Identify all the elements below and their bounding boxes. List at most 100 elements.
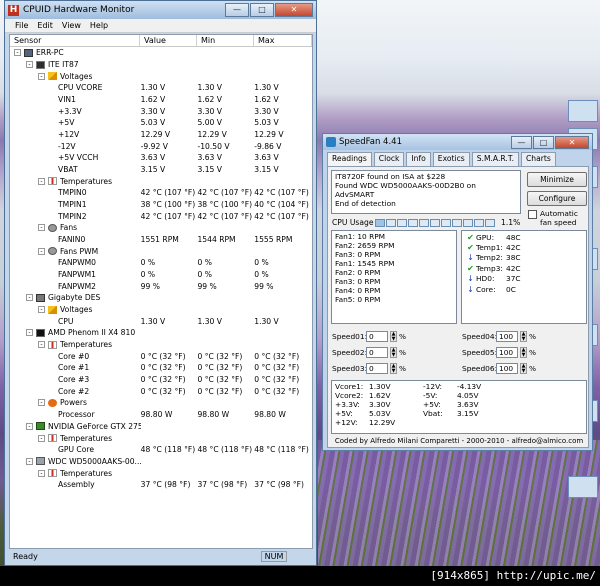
sensor-row[interactable]: GPU Core 48 °C (118 °F) 48 °C (118 °F) 48 °…	[10, 444, 312, 456]
sensor-row[interactable]: Core #3 0 °C (32 °F) 0 °C (32 °F) 0 °C (32 …	[10, 374, 312, 386]
speed-input[interactable]: 0	[366, 331, 388, 342]
sensor-row[interactable]: Core #1 0 °C (32 °F) 0 °C (32 °F) 0 °C (32 …	[10, 362, 312, 374]
sensor-row[interactable]: CPU 1.30 V 1.30 V 1.30 V	[10, 315, 312, 327]
collapse-toggle-icon[interactable]: -	[38, 306, 45, 314]
temp-icon	[48, 434, 57, 442]
sensor-row[interactable]: +5V VCCH 3.63 V 3.63 V 3.63 V	[10, 152, 312, 164]
sensor-row[interactable]: TMPIN1 38 °C (100 °F) 38 °C (100 °F) 40 °C …	[10, 199, 312, 211]
sf-close-button[interactable]: ✕	[555, 135, 589, 149]
desktop-icon[interactable]	[568, 476, 598, 498]
minimize-app-button[interactable]: Minimize	[527, 172, 587, 187]
sensor-row[interactable]: TMPIN0 42 °C (107 °F) 42 °C (107 °F) 42 °C …	[10, 187, 312, 199]
sf-minimize-button[interactable]: —	[511, 135, 532, 149]
tree-node[interactable]: - Temperatures	[10, 175, 312, 187]
tree-node[interactable]: - Gigabyte DES	[10, 292, 312, 304]
speed-spinner-icon[interactable]: ▲ ▼	[520, 347, 527, 358]
checkbox-box[interactable]	[528, 210, 537, 219]
automatic-fan-speed-checkbox[interactable]: Automatic fan speed	[528, 209, 588, 227]
speedfan-titlebar[interactable]: SpeedFan 4.41 — □ ✕	[323, 134, 592, 150]
speed-spinner-icon[interactable]: ▲ ▼	[520, 363, 527, 374]
menu-edit[interactable]: Edit	[37, 21, 53, 30]
collapse-toggle-icon[interactable]: -	[26, 61, 33, 68]
tree-node[interactable]: - Fans	[10, 222, 312, 234]
tab-clock[interactable]: Clock	[373, 152, 405, 166]
sensor-row[interactable]: CPU VCORE 1.30 V 1.30 V 1.30 V	[10, 82, 312, 94]
tab-charts[interactable]: Charts	[520, 152, 556, 166]
tree-node[interactable]: - Temperatures	[10, 339, 312, 351]
collapse-toggle-icon[interactable]: -	[26, 329, 33, 337]
tree-node[interactable]: - WDC WD5000AAKS-00...	[10, 456, 312, 468]
sf-maximize-button[interactable]: □	[533, 135, 554, 149]
tab-exotics[interactable]: Exotics	[432, 152, 470, 166]
collapse-toggle-icon[interactable]: -	[26, 422, 33, 430]
sensor-value: 0 °C (32 °F)	[140, 363, 186, 373]
sensor-row[interactable]: Core #2 0 °C (32 °F) 0 °C (32 °F) 0 °C (32 …	[10, 385, 312, 397]
tree-node[interactable]: - Temperatures	[10, 467, 312, 479]
close-button[interactable]: ✕	[275, 3, 313, 17]
column-min[interactable]: Min	[197, 35, 254, 46]
sensor-row[interactable]: FANPWM1 0 % 0 % 0 %	[10, 269, 312, 281]
sensor-row[interactable]: FANPWM2 99 % 99 % 99 %	[10, 280, 312, 292]
column-value[interactable]: Value	[140, 35, 197, 46]
sensor-row[interactable]: FANIN0 1551 RPM 1544 RPM 1555 RPM	[10, 234, 312, 246]
collapse-toggle-icon[interactable]: -	[38, 399, 45, 407]
sensor-tree[interactable]: Sensor Value Min Max - ERR-PC - ITE IT87- Vo…	[9, 34, 313, 549]
menu-help[interactable]: Help	[90, 21, 108, 30]
sensor-row[interactable]: FANPWM0 0 % 0 % 0 %	[10, 257, 312, 269]
tree-node[interactable]: - ERR-PC	[10, 47, 312, 59]
menu-file[interactable]: File	[15, 21, 28, 30]
tree-node[interactable]: - ITE IT87	[10, 59, 312, 71]
collapse-toggle-icon[interactable]: -	[38, 72, 45, 80]
speed-input[interactable]: 100	[496, 331, 518, 342]
speed-spinner-icon[interactable]: ▲ ▼	[390, 347, 397, 358]
sensor-row[interactable]: VIN1 1.62 V 1.62 V 1.62 V	[10, 94, 312, 106]
sensor-row[interactable]: TMPIN2 42 °C (107 °F) 42 °C (107 °F) 42 °C …	[10, 210, 312, 222]
collapse-toggle-icon[interactable]: -	[26, 457, 33, 465]
temp-value: 42C	[506, 263, 521, 273]
tab-info[interactable]: Info	[406, 152, 431, 166]
tree-node[interactable]: - AMD Phenom II X4 810	[10, 327, 312, 339]
speed-input[interactable]: 100	[496, 347, 518, 358]
collapse-toggle-icon[interactable]: -	[26, 294, 33, 302]
collapse-toggle-icon[interactable]: -	[38, 469, 45, 477]
menu-view[interactable]: View	[62, 21, 81, 30]
collapse-toggle-icon[interactable]: -	[38, 341, 45, 349]
sensor-row[interactable]: +3.3V 3.30 V 3.30 V 3.30 V	[10, 105, 312, 117]
collapse-toggle-icon[interactable]: -	[38, 434, 45, 442]
tab-readings[interactable]: Readings	[327, 152, 372, 167]
sensor-row[interactable]: +5V 5.03 V 5.00 V 5.03 V	[10, 117, 312, 129]
sensor-row[interactable]: Assembly 37 °C (98 °F) 37 °C (98 °F) 37 °C …	[10, 479, 312, 491]
speed-spinner-icon[interactable]: ▲ ▼	[390, 331, 397, 342]
speed-spinner-icon[interactable]: ▲ ▼	[390, 363, 397, 374]
sensor-row[interactable]: Processor 98.80 W 98.80 W 98.80 W	[10, 409, 312, 421]
configure-button[interactable]: Configure	[527, 191, 587, 206]
tree-node[interactable]: - Fans PWM	[10, 245, 312, 257]
collapse-toggle-icon[interactable]: -	[38, 247, 45, 255]
minimize-button[interactable]: —	[225, 3, 249, 17]
tree-node[interactable]: - Voltages	[10, 304, 312, 316]
speed-spinner-icon[interactable]: ▲ ▼	[520, 331, 527, 342]
sensor-max: 3.63 V	[254, 153, 279, 163]
speed-input[interactable]: 100	[496, 363, 518, 374]
sensor-row[interactable]: VBAT 3.15 V 3.15 V 3.15 V	[10, 164, 312, 176]
desktop-icon[interactable]	[568, 100, 598, 122]
collapse-toggle-icon[interactable]: -	[38, 177, 45, 185]
column-max[interactable]: Max	[254, 35, 312, 46]
sensor-row[interactable]: +12V 12.29 V 12.29 V 12.29 V	[10, 129, 312, 141]
sensor-row[interactable]: -12V -9.92 V -10.50 V -9.86 V	[10, 140, 312, 152]
tree-node[interactable]: - NVIDIA GeForce GTX 275	[10, 421, 312, 433]
column-sensor[interactable]: Sensor	[10, 35, 140, 46]
speed-input[interactable]: 0	[366, 363, 388, 374]
collapse-toggle-icon[interactable]: -	[14, 49, 21, 57]
speed-input[interactable]: 0	[366, 347, 388, 358]
sensor-value: 1.30 V	[140, 83, 166, 93]
tree-node[interactable]: - Voltages	[10, 70, 312, 82]
sensor-row[interactable]: Core #0 0 °C (32 °F) 0 °C (32 °F) 0 °C (32 …	[10, 350, 312, 362]
maximize-button[interactable]: □	[250, 3, 274, 17]
detection-log[interactable]: IT8720F found on ISA at $228 Found WDC W…	[331, 170, 521, 214]
tree-node[interactable]: - Temperatures	[10, 432, 312, 444]
collapse-toggle-icon[interactable]: -	[38, 224, 45, 232]
hwm-titlebar[interactable]: H CPUID Hardware Monitor — □ ✕	[5, 1, 316, 19]
tree-node[interactable]: - Powers	[10, 397, 312, 409]
tab-smart[interactable]: S.M.A.R.T.	[471, 152, 519, 166]
